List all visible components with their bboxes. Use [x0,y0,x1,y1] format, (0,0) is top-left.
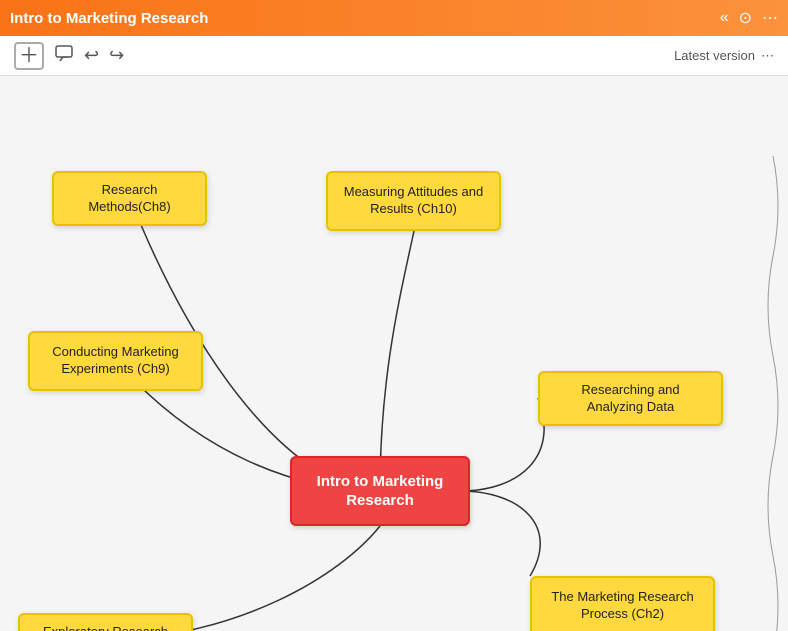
comment-button[interactable] [54,43,74,68]
version-more-icon[interactable]: ⋯ [761,48,774,64]
title-text: Intro to Marketing Research [10,10,208,27]
add-button[interactable]: ＋ [14,42,44,70]
more-icon[interactable]: ⋯ [762,8,778,28]
mind-map-canvas: Intro to Marketing Research Research Met… [0,76,788,631]
node-ch5[interactable]: Exploratory Research Methods (Ch5) [18,613,193,631]
central-node[interactable]: Intro to Marketing Research [290,456,470,526]
toolbar: ＋ ↩ ↪ Latest version ⋯ [0,36,788,76]
back-icon[interactable]: « [720,9,729,27]
version-label: Latest version [674,48,755,63]
node-ch10[interactable]: Measuring Attitudes and Results (Ch10) [326,171,501,231]
undo-button[interactable]: ↩ [84,45,99,66]
node-ch2[interactable]: The Marketing Research Process (Ch2) [530,576,715,631]
squiggle-decoration [758,156,788,631]
node-research[interactable]: Researching and Analyzing Data [538,371,723,426]
redo-button[interactable]: ↪ [109,45,124,66]
node-ch9[interactable]: Conducting Marketing Experiments (Ch9) [28,331,203,391]
node-ch8[interactable]: Research Methods(Ch8) [52,171,207,226]
search-icon[interactable]: ⊙ [739,8,752,28]
title-bar: Intro to Marketing Research « ⊙ ⋯ [0,0,788,36]
